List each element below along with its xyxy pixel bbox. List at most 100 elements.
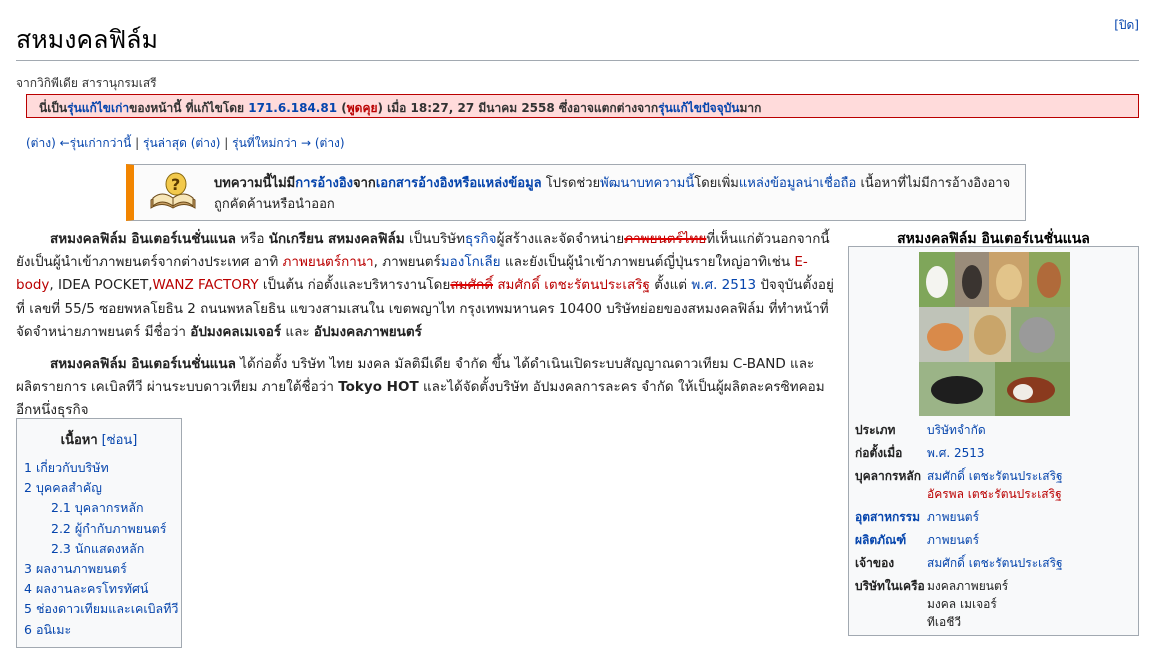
reliable-sources-link[interactable]: แหล่งข้อมูลน่าเชื่อถือ bbox=[739, 176, 856, 191]
svg-text:?: ? bbox=[171, 175, 180, 194]
infobox-row-key-people: บุคลากรหลัก สมศักดิ์ เตชะรัตนประเสริฐอัค… bbox=[855, 467, 1135, 503]
infobox-value: พ.ศ. 2513 bbox=[927, 444, 1135, 462]
toc-text: บุคคลสำคัญ bbox=[35, 480, 102, 496]
infobox-row-industry: อุตสาหกรรม ภาพยนตร์ bbox=[855, 508, 1135, 526]
ambox-bold: จาก bbox=[353, 176, 376, 191]
ambox-text-part: โดยเพิ่ม bbox=[694, 176, 739, 191]
toc-text: ผลงานละครโทรทัศน์ bbox=[35, 581, 149, 597]
toc-link[interactable]: 6 อนิเมะ bbox=[24, 622, 71, 637]
toc-text: นักแสดงหลัก bbox=[74, 540, 145, 556]
toc-text: ผลงานภาพยนตร์ bbox=[35, 560, 127, 576]
talk-link[interactable]: พูดคุย bbox=[347, 101, 378, 115]
industry-label-link[interactable]: อุตสาหกรรม bbox=[855, 510, 920, 524]
text: และ bbox=[281, 323, 314, 340]
text: เป็นต้น ก่อตั้งและบริหารงานโดย bbox=[258, 277, 451, 294]
toc-item[interactable]: 1 เกี่ยวกับบริษัท bbox=[17, 458, 181, 478]
notice-text: ) เมื่อ 18:27, 27 มีนาคม 2558 ซึ่งอาจแตก… bbox=[377, 101, 659, 115]
founder-link[interactable]: สมศักดิ์ เตชะรัตนประเสริฐ bbox=[497, 277, 650, 293]
toc-toggle[interactable]: [ซ่อน] bbox=[102, 433, 138, 448]
question-book-icon: ? bbox=[150, 172, 196, 209]
dog-collage-image[interactable] bbox=[919, 252, 1070, 416]
toc-number: 4 bbox=[24, 581, 32, 597]
infobox-value: สมศักดิ์ เตชะรัตนประเสริฐอัครพล เตชะรัตน… bbox=[927, 467, 1135, 503]
toc-number: 2.2 bbox=[51, 520, 71, 536]
separator: | bbox=[220, 136, 233, 150]
citation-needed-box: ? บทความนี้ไม่มีการอ้างอิงจากเอกสารอ้างอ… bbox=[126, 164, 1026, 221]
toc-title: เนื้อหา bbox=[60, 433, 98, 448]
key-person-link[interactable]: อัครพล เตชะรัตนประเสริฐ bbox=[927, 487, 1062, 501]
business-link[interactable]: ธุรกิจ bbox=[465, 231, 497, 247]
key-person-link[interactable]: สมศักดิ์ เตชะรัตนประเสริฐ bbox=[927, 469, 1063, 483]
infobox-label: บุคลากรหลัก bbox=[855, 469, 921, 483]
infobox-row-founded: ก่อตั้งเมื่อ พ.ศ. 2513 bbox=[855, 444, 1135, 462]
toc-number: 2.1 bbox=[51, 500, 71, 516]
toc-number: 2 bbox=[24, 480, 32, 496]
mongolia-link[interactable]: มองโกเลีย bbox=[441, 254, 501, 270]
products-label-link[interactable]: ผลิตภัณฑ์ bbox=[855, 533, 906, 547]
improve-article-link[interactable]: พัฒนาบทความนี้ bbox=[600, 176, 694, 191]
owner-link[interactable]: สมศักดิ์ เตชะรัตนประเสริฐ bbox=[927, 556, 1063, 570]
ambox-text-part: โปรดช่วย bbox=[541, 176, 601, 191]
paragraph-intro: สหมงคลฟิล์ม อินเตอร์เนชั่นแนล หรือ นักเก… bbox=[16, 228, 834, 344]
toc-item[interactable]: 3 ผลงานภาพยนตร์ bbox=[17, 559, 181, 579]
infobox-row-type: ประเภท บริษัทจำกัด bbox=[855, 421, 1135, 439]
toc-link[interactable]: 1 เกี่ยวกับบริษัท bbox=[24, 460, 109, 475]
paragraph-satellite: สหมงคลฟิล์ม อินเตอร์เนชั่นแนล ได้ก่อตั้ง… bbox=[16, 353, 834, 423]
latest-revision-link[interactable]: รุ่นล่าสุด bbox=[143, 136, 187, 150]
references-link[interactable]: เอกสารอ้างอิงหรือแหล่งข้อมูล bbox=[376, 176, 542, 191]
ghana-film-link[interactable]: ภาพยนตร์กานา bbox=[283, 254, 374, 270]
toc-link[interactable]: 2.2 ผู้กำกับภาพยนตร์ bbox=[51, 521, 167, 536]
toc-header: เนื้อหา [ซ่อน] bbox=[17, 429, 181, 450]
separator: | bbox=[131, 136, 144, 150]
toc-link[interactable]: 3 ผลงานภาพยนตร์ bbox=[24, 561, 127, 576]
citation-message: บทความนี้ไม่มีการอ้างอิงจากเอกสารอ้างอิง… bbox=[214, 173, 1014, 215]
editor-ip-link[interactable]: 171.6.184.81 bbox=[248, 101, 337, 115]
toc-item[interactable]: 2.1 บุคลากรหลัก bbox=[17, 498, 181, 518]
company-name: สหมงคลฟิล์ม อินเตอร์เนชั่นแนล bbox=[50, 356, 236, 373]
infobox-row-owner: เจ้าของ สมศักดิ์ เตชะรัตนประเสริฐ bbox=[855, 554, 1135, 572]
toc-link[interactable]: 2 บุคคลสำคัญ bbox=[24, 480, 102, 495]
infobox-label: อุตสาหกรรม bbox=[855, 508, 927, 526]
toc-item[interactable]: 2.3 นักแสดงหลัก bbox=[17, 539, 181, 559]
close-link[interactable]: [ปิด] bbox=[1114, 16, 1139, 35]
diff-link[interactable]: (ต่าง) bbox=[191, 136, 221, 150]
toc-link[interactable]: 2.3 นักแสดงหลัก bbox=[51, 541, 144, 556]
text: ผู้สร้างและจัดจำหน่าย bbox=[496, 231, 625, 247]
toc-link[interactable]: 2.1 บุคลากรหลัก bbox=[51, 500, 144, 515]
infobox-label: ประเภท bbox=[855, 423, 896, 437]
infobox-value: บริษัทจำกัด bbox=[927, 421, 1135, 439]
old-revision-notice: นี่เป็นรุ่นแก้ไขเก่าของหน้านี้ ที่แก้ไขโ… bbox=[26, 94, 1139, 118]
diff-link[interactable]: (ต่าง) bbox=[26, 136, 56, 150]
year-link[interactable]: พ.ศ. 2513 bbox=[691, 277, 756, 293]
infobox-value: สมศักดิ์ เตชะรัตนประเสริฐ bbox=[927, 554, 1135, 572]
founded-year-link[interactable]: พ.ศ. 2513 bbox=[927, 446, 985, 460]
toc-item[interactable]: 5 ช่องดาวเทียมและเคเบิลทีวี bbox=[17, 599, 181, 619]
notice-text: ของหน้านี้ ที่แก้ไขโดย bbox=[129, 101, 249, 115]
toc-item[interactable]: 2.2 ผู้กำกับภาพยนตร์ bbox=[17, 519, 181, 539]
struck-text: ภาพยนตร์ไทย bbox=[624, 231, 707, 247]
old-revision-link[interactable]: รุ่นแก้ไขเก่า bbox=[67, 101, 129, 115]
toc-link[interactable]: 4 ผลงานละครโทรทัศน์ bbox=[24, 581, 148, 596]
subsidiary: มงคล เมเจอร์ bbox=[927, 597, 997, 611]
toc-list: 1 เกี่ยวกับบริษัท 2 บุคคลสำคัญ 2.1 บุคลา… bbox=[17, 458, 181, 640]
toc-item[interactable]: 6 อนิเมะ bbox=[17, 620, 181, 640]
current-revision-link[interactable]: รุ่นแก้ไขปัจจุบัน bbox=[658, 101, 739, 115]
toc-link[interactable]: 5 ช่องดาวเทียมและเคเบิลทีวี bbox=[24, 601, 178, 616]
text: และยังเป็นผู้นำเข้าภาพยนต์ญี่ปุ่นรายใหญ่… bbox=[500, 254, 795, 271]
citation-link[interactable]: การอ้างอิง bbox=[295, 176, 353, 191]
company-type-link[interactable]: บริษัทจำกัด bbox=[927, 423, 986, 437]
toc-item[interactable]: 2 บุคคลสำคัญ bbox=[17, 478, 181, 498]
toc-item[interactable]: 4 ผลงานละครโทรทัศน์ bbox=[17, 579, 181, 599]
notice-text: มาก bbox=[739, 101, 762, 115]
title-divider bbox=[16, 60, 1139, 61]
toc-text: ผู้กำกับภาพยนตร์ bbox=[74, 520, 167, 536]
industry-link[interactable]: ภาพยนตร์ bbox=[927, 510, 979, 524]
article-body: สหมงคลฟิล์ม อินเตอร์เนชั่นแนล หรือ นักเก… bbox=[16, 228, 834, 432]
text: หรือ bbox=[235, 231, 269, 247]
products-link[interactable]: ภาพยนตร์ bbox=[927, 533, 979, 547]
subsidiary: มงคลภาพยนตร์ bbox=[927, 579, 1009, 593]
diff-link[interactable]: (ต่าง) bbox=[315, 136, 345, 150]
wanz-factory-link[interactable]: WANZ FACTORY bbox=[153, 277, 259, 293]
newer-revision-link[interactable]: รุ่นที่ใหม่กว่า → bbox=[232, 136, 311, 150]
older-revision-link[interactable]: ←รุ่นเก่ากว่านี้ bbox=[60, 136, 132, 150]
